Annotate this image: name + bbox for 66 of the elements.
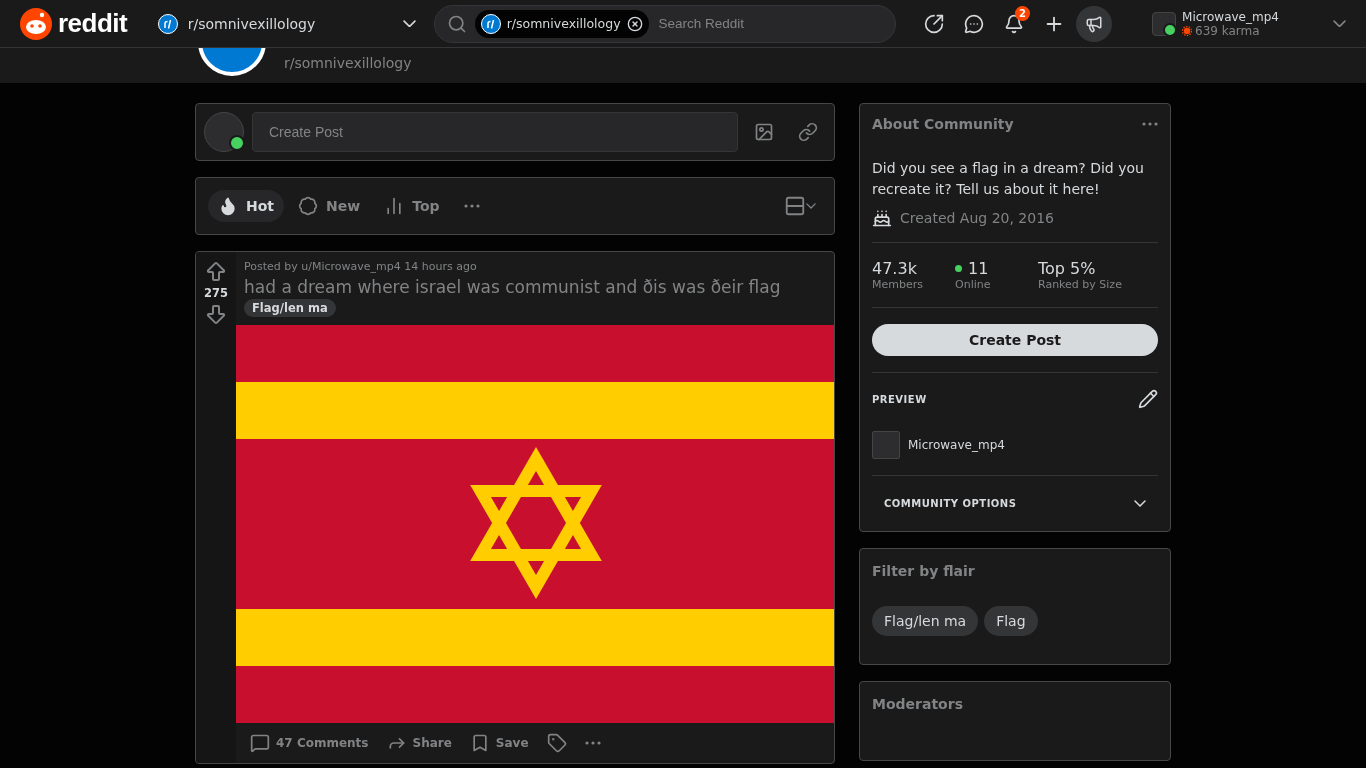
flair-chip[interactable]: Flag — [984, 606, 1038, 636]
created-date: Created Aug 20, 2016 — [900, 210, 1054, 226]
pencil-icon[interactable] — [1138, 389, 1158, 409]
tag-icon — [546, 733, 567, 753]
stat-label: Ranked by Size — [1038, 278, 1123, 291]
sort-tab[interactable]: Hot — [208, 190, 285, 222]
more-icon[interactable] — [1142, 122, 1158, 126]
link-icon — [798, 122, 818, 142]
community-icon — [480, 13, 501, 34]
community-options-toggle[interactable]: COMMUNITY OPTIONS — [872, 492, 1158, 515]
stat-value: 11 — [955, 259, 1038, 278]
sort-tab[interactable]: Top — [374, 190, 450, 222]
post-flair[interactable]: Flag/len ma — [244, 299, 336, 317]
image-icon — [754, 122, 774, 142]
cake-icon — [872, 208, 892, 228]
stat-value: Top 5% — [1038, 259, 1097, 278]
advertise-button[interactable] — [1076, 5, 1113, 42]
comments-button[interactable]: 47 Comments — [244, 729, 375, 757]
card-title: Moderators — [872, 696, 963, 712]
chevron-down-icon — [1333, 19, 1346, 28]
community-description: Did you see a flag in a dream? Did you recreate it? Tell us about it here! — [872, 159, 1145, 199]
stat-label: Members — [872, 278, 924, 291]
stat-value: 47.3k — [872, 259, 918, 278]
karma-icon — [1182, 25, 1193, 36]
community-icon — [157, 13, 178, 34]
search-icon — [446, 13, 467, 34]
layout-icon — [784, 195, 806, 217]
chevron-down-icon — [402, 19, 416, 28]
megaphone-icon — [1085, 14, 1104, 33]
preview-username: Microwave_mp4 — [908, 438, 1005, 452]
user-menu[interactable]: Microwave_mp4 639 karma — [1152, 9, 1346, 38]
sort-tab[interactable]: New — [288, 190, 371, 222]
chat-icon — [964, 13, 985, 34]
community-name: r/somnivexillology — [284, 55, 412, 73]
chip-label: r/somnivexillology — [506, 16, 621, 31]
flame-icon — [218, 196, 238, 216]
share-button[interactable]: Share — [380, 729, 458, 757]
karma-count: 639 karma — [1195, 23, 1260, 38]
downvote-icon[interactable] — [204, 302, 228, 326]
flair-chip[interactable]: Flag/len ma — [872, 606, 979, 636]
speech-bubble-icon — [250, 733, 270, 753]
logo-icon[interactable] — [20, 7, 52, 40]
badge-icon — [298, 196, 319, 216]
upvote-icon[interactable] — [204, 260, 228, 284]
create-post-field[interactable]: Create Post — [252, 112, 738, 152]
preview-heading: PREVIEW — [872, 393, 927, 405]
logo-text[interactable]: reddit — [58, 8, 128, 39]
card-title: About Community — [872, 116, 1014, 132]
vote-count: 275 — [204, 286, 228, 300]
stat-label: Online — [955, 278, 992, 291]
community-chip[interactable]: r/somnivexillology — [474, 9, 649, 38]
search-field[interactable]: r/somnivexillology Search Reddit — [433, 4, 897, 43]
post-meta: Posted by u/Microwave_mp4 14 hours ago — [243, 259, 478, 273]
ellipsis-icon — [463, 204, 480, 208]
ellipsis-icon — [584, 741, 601, 745]
chevron-down-icon — [806, 203, 816, 209]
close-icon[interactable] — [626, 15, 643, 32]
community-selector[interactable]: r/somnivexillology — [155, 13, 416, 34]
notification-count: 2 — [1015, 5, 1031, 21]
avatar-icon — [872, 431, 900, 459]
chevron-down-icon — [1134, 499, 1146, 508]
card-title: Filter by flair — [872, 563, 975, 579]
create-post-button[interactable]: Create Post — [872, 324, 1158, 356]
post-title[interactable]: had a dream where israel was communist and ðis was ðeir flag — [236, 273, 834, 299]
arrow-circle-icon — [924, 13, 945, 34]
save-button[interactable]: Save — [463, 729, 535, 757]
